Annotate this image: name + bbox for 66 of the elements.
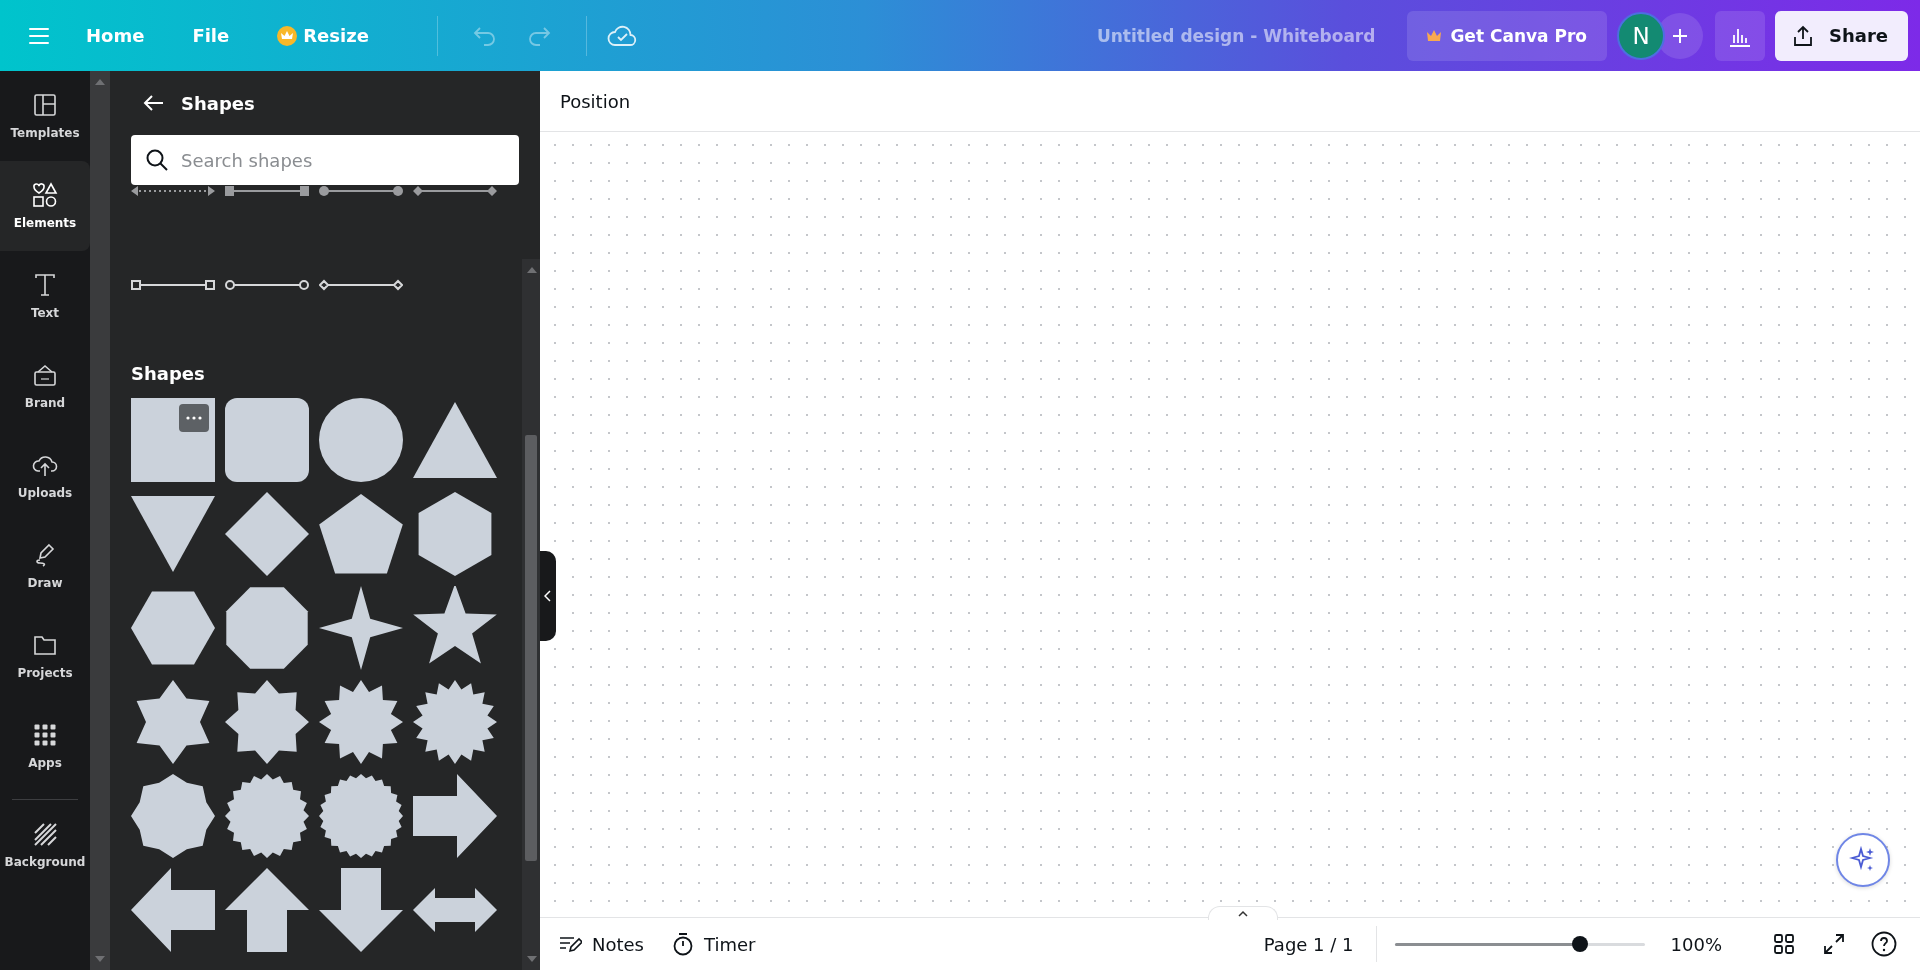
up-arrow-shape[interactable] (225, 868, 309, 952)
share-button[interactable]: Share (1775, 10, 1908, 61)
sidebar-item[interactable]: Uploads (0, 431, 90, 521)
timer-icon (672, 932, 694, 956)
circle-end-line-icon[interactable] (319, 185, 403, 197)
position-button[interactable]: Position (560, 90, 631, 112)
apps-icon (32, 722, 58, 748)
zoom-slider[interactable] (1394, 934, 1645, 954)
sidebar-item[interactable]: Apps (0, 701, 90, 791)
page-indicator[interactable]: Page 1 / 1 (1263, 933, 1354, 955)
square-end-line-icon[interactable] (131, 279, 215, 291)
right-arrow-shape[interactable] (413, 774, 497, 858)
zoom-reading[interactable]: 100% (1670, 933, 1722, 955)
dotted-arrow-line-icon[interactable] (131, 185, 215, 197)
notes-button[interactable]: Notes (558, 926, 644, 962)
get-pro-button[interactable]: Get Canva Pro (1407, 10, 1607, 61)
sidebar-item[interactable]: Projects (0, 611, 90, 701)
diamond-end-line-icon[interactable] (319, 279, 403, 291)
templates-icon (32, 92, 58, 118)
crown-icon (277, 25, 298, 46)
elements-icon (32, 182, 58, 208)
sparkle-icon[interactable] (1836, 833, 1890, 887)
seal-shape[interactable] (225, 774, 309, 858)
notes-icon (558, 934, 582, 954)
upload-icon (1791, 23, 1815, 48)
eight-point-star-shape[interactable] (225, 680, 309, 764)
chevron-up-icon (1237, 909, 1249, 918)
timer-button[interactable]: Timer (672, 926, 756, 962)
pentagon-shape[interactable] (319, 492, 403, 576)
search-icon (145, 148, 169, 172)
sidebar-item[interactable]: Background (0, 800, 90, 890)
octagon-shape[interactable] (225, 586, 309, 670)
brand-icon (32, 362, 58, 388)
down-arrow-shape[interactable] (319, 868, 403, 952)
more-options-button[interactable] (179, 404, 209, 432)
collapse-handle[interactable] (540, 551, 556, 641)
avatar[interactable]: N (1617, 11, 1665, 60)
circle-shape[interactable] (319, 398, 403, 482)
crown-icon (1427, 29, 1442, 42)
sidebar-item[interactable]: Text (0, 251, 90, 341)
search-field[interactable]: Search shapes (131, 135, 519, 185)
scrollbar[interactable] (522, 259, 540, 970)
back-arrow-icon[interactable] (143, 94, 165, 112)
diamond-end-line-icon[interactable] (413, 185, 497, 197)
more-icon (186, 416, 202, 420)
burst-shape[interactable] (319, 680, 403, 764)
diamond-shape[interactable] (225, 492, 309, 576)
four-point-star-shape[interactable] (319, 586, 403, 670)
bar-chart-icon[interactable] (1715, 10, 1765, 61)
circle-end-line-icon[interactable] (225, 279, 309, 291)
section-heading: Shapes (131, 363, 206, 384)
cloud-check-icon (606, 23, 637, 48)
text-icon (32, 272, 58, 298)
burst-shape[interactable] (413, 680, 497, 764)
square-end-line-icon[interactable] (225, 185, 309, 197)
seal-shape[interactable] (319, 774, 403, 858)
expand-tab[interactable] (1208, 906, 1278, 920)
sidebar-item[interactable]: Brand (0, 341, 90, 431)
sidebar-item[interactable]: Draw (0, 521, 90, 611)
sidebar-item[interactable]: Templates (0, 71, 90, 161)
scrollbar[interactable] (90, 71, 110, 970)
sidebar-item[interactable]: Elements (0, 161, 90, 251)
left-arrow-shape[interactable] (131, 868, 215, 952)
wavy-octagon-shape[interactable] (131, 774, 215, 858)
panel-title: Shapes (181, 92, 255, 114)
background-icon (32, 821, 58, 847)
